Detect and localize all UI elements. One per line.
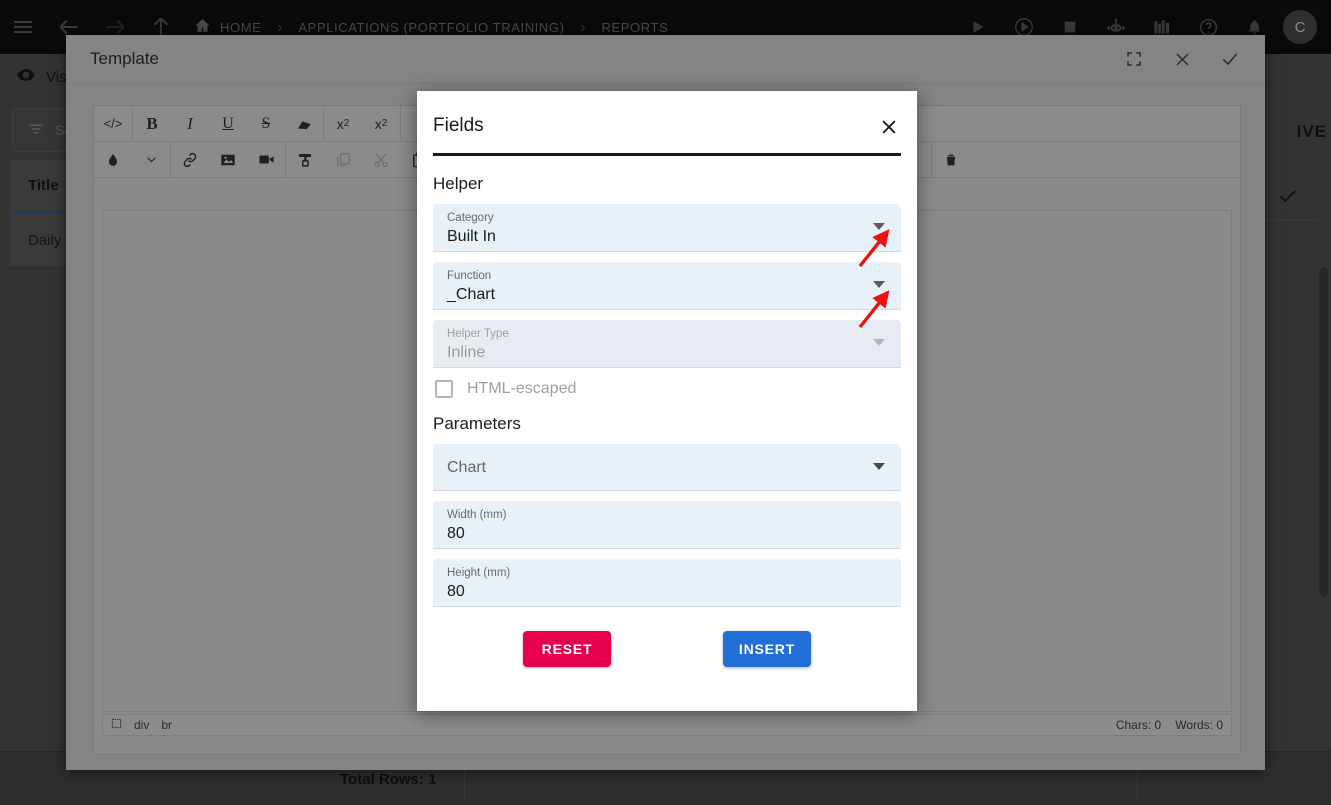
fields-dialog-buttons: RESET INSERT [417, 631, 917, 667]
eraser-icon[interactable] [285, 106, 323, 142]
html-escaped-label: HTML-escaped [467, 380, 577, 397]
strikethrough-icon[interactable]: S [247, 106, 285, 142]
image-icon[interactable] [209, 142, 247, 178]
width-value: 80 [447, 525, 465, 542]
template-modal-actions [1123, 48, 1241, 70]
color-drop-icon[interactable] [94, 142, 132, 178]
eye-icon [16, 65, 36, 90]
fields-dialog: Fields Helper Category Built In Function… [417, 91, 917, 711]
fields-dialog-body: Helper Category Built In Function _Chart… [417, 174, 917, 607]
chart-select-placeholder: Chart [447, 459, 487, 476]
code-icon[interactable]: </> [94, 106, 132, 142]
app-screen: HOME › APPLICATIONS (PORTFOLIO TRAINING)… [0, 0, 1331, 805]
breadcrumb-item-applications[interactable]: APPLICATIONS (PORTFOLIO TRAINING) [288, 20, 574, 35]
chevron-down-icon[interactable] [873, 281, 885, 288]
close-icon[interactable] [877, 115, 901, 139]
category-label: Category [447, 212, 494, 224]
width-label: Width (mm) [447, 509, 507, 521]
check-icon[interactable] [1219, 48, 1241, 70]
height-label: Height (mm) [447, 567, 511, 579]
chevron-down-icon [873, 339, 885, 346]
cut-icon[interactable] [362, 142, 400, 178]
filter-icon [27, 120, 45, 141]
hamburger-icon[interactable] [0, 0, 46, 54]
link-icon[interactable] [171, 142, 209, 178]
breadcrumb-separator: › [277, 18, 283, 36]
helper-type-label: Helper Type [447, 328, 509, 340]
chevron-down-icon[interactable] [873, 463, 885, 470]
function-select[interactable]: Function _Chart [433, 262, 901, 310]
category-value: Built In [447, 228, 496, 245]
italic-icon[interactable]: I [171, 106, 209, 142]
avatar[interactable]: C [1283, 10, 1317, 44]
reset-button[interactable]: RESET [523, 631, 611, 667]
fields-dialog-title: Fields [433, 115, 484, 136]
home-icon [194, 17, 211, 37]
underline-icon[interactable]: U [209, 106, 247, 142]
helper-section-title: Helper [433, 174, 484, 193]
parameters-section-title: Parameters [433, 414, 521, 433]
breadcrumb-label: APPLICATIONS (PORTFOLIO TRAINING) [298, 19, 565, 35]
insert-button[interactable]: INSERT [723, 631, 811, 667]
fields-dialog-header: Fields [433, 91, 901, 156]
html-escaped-checkbox[interactable] [435, 380, 453, 398]
helper-type-value: Inline [447, 344, 486, 361]
video-icon[interactable] [247, 142, 285, 178]
archive-label: IVE [1296, 122, 1327, 141]
chevron-down-icon[interactable] [132, 142, 170, 178]
format-painter-icon[interactable] [286, 142, 324, 178]
breadcrumb-item-reports[interactable]: REPORTS [592, 20, 679, 35]
html-escaped-checkbox-row[interactable]: HTML-escaped [435, 380, 901, 398]
subscript-icon[interactable]: x2 [362, 106, 400, 142]
breadcrumb-label: REPORTS [601, 19, 669, 35]
status-path-br[interactable]: br [161, 718, 172, 732]
breadcrumb-label: HOME [220, 19, 262, 35]
superscript-icon[interactable]: x2 [324, 106, 362, 142]
status-counters: Chars: 0 Words: 0 [1116, 718, 1223, 732]
close-icon[interactable] [1171, 48, 1193, 70]
height-value: 80 [447, 583, 465, 600]
function-value: _Chart [447, 286, 496, 303]
visible-label: Vis [46, 68, 67, 86]
element-path-icon [111, 718, 122, 732]
function-label: Function [447, 270, 492, 282]
trash-icon[interactable] [932, 142, 970, 178]
bold-icon[interactable]: B [133, 106, 171, 142]
height-input[interactable]: Height (mm) 80 [433, 559, 901, 607]
template-modal-header: Template [66, 35, 1265, 84]
category-select[interactable]: Category Built In [433, 204, 901, 252]
status-path-div[interactable]: div [134, 718, 149, 732]
fullscreen-icon[interactable] [1123, 48, 1145, 70]
copy-icon[interactable] [324, 142, 362, 178]
breadcrumb-separator: › [580, 18, 586, 36]
width-input[interactable]: Width (mm) 80 [433, 501, 901, 549]
words-count: Words: 0 [1175, 718, 1223, 732]
confirm-check-button[interactable] [1257, 172, 1319, 220]
chars-count: Chars: 0 [1115, 718, 1162, 732]
toolbar-divider [400, 105, 401, 142]
vertical-scrollbar[interactable] [1319, 267, 1328, 597]
breadcrumb-item-home[interactable]: HOME [184, 17, 271, 37]
chevron-down-icon[interactable] [873, 223, 885, 230]
chart-select[interactable]: Chart [433, 444, 901, 491]
editor-status-bar: div br Chars: 0 Words: 0 [102, 714, 1232, 736]
template-modal-title: Template [90, 49, 159, 68]
helper-type-select: Helper Type Inline [433, 320, 901, 368]
